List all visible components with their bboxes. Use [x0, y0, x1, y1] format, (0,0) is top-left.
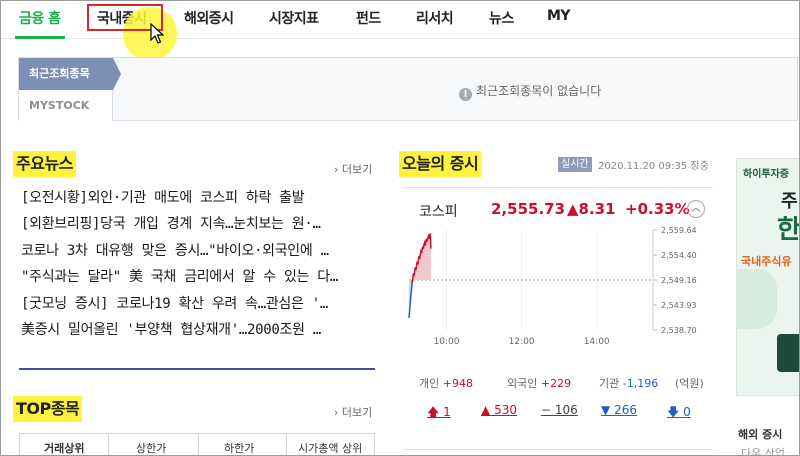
kospi-intraday-chart: 10:00 12:00 14:00 2,559.64 2,554.40 2,549.16 2…	[408, 226, 697, 347]
investor-institution-value: -1,196	[622, 377, 659, 390]
down-limit-arrow-icon: 🡇	[667, 405, 680, 419]
market-heading: 오늘의 증시	[399, 151, 482, 177]
news-item[interactable]: [외환브리핑]당국 개입 경계 지속…눈치보는 원·…	[21, 213, 373, 239]
chart-y-tick-label: 2,549.16	[661, 276, 697, 285]
recent-empty-message: ! 최근조회종목이 없습니다	[459, 82, 601, 101]
ad-button[interactable]	[777, 334, 799, 372]
recent-stocks-tab[interactable]: 최근조회종목	[19, 58, 113, 90]
chart-y-tick-label: 2,559.64	[661, 226, 697, 235]
chart-area-above	[412, 233, 431, 284]
investor-institution: 기관 -1,196	[599, 375, 658, 391]
overseas-market-title: 해외 증시	[738, 428, 783, 441]
nav-item-finance-home[interactable]: 금융 홈	[19, 8, 61, 28]
news-item[interactable]: 美증시 밀어올린 '부양책 협상재개'…2000조원 …	[21, 319, 373, 345]
chart-x-tick-label: 10:00	[434, 337, 460, 347]
ad-subtitle: 국내주식유	[741, 255, 792, 268]
chart-x-tick-label: 14:00	[584, 337, 610, 347]
nav-item-my[interactable]: MY	[547, 8, 571, 24]
nav-item-news[interactable]: 뉴스	[489, 8, 514, 28]
top-stocks-heading: TOP종목	[13, 396, 83, 422]
nav-active-underline	[15, 36, 65, 39]
news-item[interactable]: "주식과는 달라" 美 국채 금리에서 알 수 있는 다…	[21, 266, 373, 292]
news-heading: 주요뉴스	[13, 151, 76, 177]
chart-y-tick-label: 2,543.93	[661, 301, 697, 310]
tab-separator	[286, 434, 287, 455]
declining-value: 266	[614, 403, 637, 417]
index-name[interactable]: 코스피	[419, 201, 458, 221]
news-more-link[interactable]: › 더보기	[334, 161, 372, 177]
news-item[interactable]: [굿모닝 증시] 코로나19 확산 우려 속…관심은 '…	[21, 293, 373, 319]
chart-x-tick-label: 12:00	[509, 337, 535, 347]
nav-item-research[interactable]: 리서치	[416, 8, 454, 28]
investor-unit: (억원)	[675, 377, 704, 390]
ad-decoration	[737, 269, 777, 329]
investor-foreign-label: 외국인	[507, 377, 538, 390]
tab-separator	[198, 434, 199, 455]
ad-title: 하이투자증	[743, 169, 789, 180]
section-divider	[19, 368, 375, 370]
collapse-chevron-icon[interactable]: ︿	[687, 200, 705, 218]
mystock-tab[interactable]: MYSTOCK	[19, 90, 113, 121]
tab-separator	[108, 434, 109, 455]
top-stocks-more-link[interactable]: › 더보기	[334, 404, 372, 420]
nav-item-funds[interactable]: 펀드	[356, 8, 381, 28]
investor-individual-label: 개인	[419, 377, 440, 390]
browser-frame: 금융 홈 국내증시 해외증시 시장지표 펀드 리서치 뉴스 MY 최근조회종목 …	[0, 0, 800, 456]
ad-banner[interactable]: 하이투자증 주 한 국내주식유	[736, 158, 800, 396]
nav-item-market-indicators[interactable]: 시장지표	[269, 8, 319, 28]
up-limit-arrow-icon: 🡅	[427, 405, 440, 419]
ad-headline-2: 한	[777, 215, 800, 245]
upper-limit-count[interactable]: 🡅 1	[427, 403, 451, 424]
tab-trading-volume[interactable]: 거래상위	[44, 440, 84, 455]
unchanged-value: 106	[554, 403, 578, 417]
upper-limit-value: 1	[443, 405, 451, 419]
recent-empty-text: 최근조회종목이 없습니다	[476, 84, 602, 98]
card-bottom-border	[403, 449, 713, 450]
tab-upper-limit[interactable]: 상한가	[136, 440, 166, 455]
recent-tab-arrow	[113, 58, 121, 90]
index-change-percent: +0.33%	[625, 200, 690, 218]
tab-lower-limit[interactable]: 하한가	[224, 440, 254, 455]
advancing-count[interactable]: ▲ 530	[481, 403, 517, 417]
investor-individual: 개인 +948	[419, 375, 473, 391]
overseas-market-sub: 다우 산업	[741, 447, 785, 456]
index-change: ▲8.31	[567, 200, 616, 218]
market-timestamp: 2020.11.20 09:35 장중	[598, 161, 709, 172]
unchanged-count[interactable]: − 106	[541, 403, 578, 417]
index-value: 2,555.73	[491, 200, 566, 218]
chart-y-tick-label: 2,538.70	[661, 326, 697, 335]
info-icon: !	[459, 88, 472, 101]
recent-stocks-panel: 최근조회종목 MYSTOCK ! 최근조회종목이 없습니다	[18, 57, 798, 121]
mouse-cursor-icon	[150, 23, 164, 44]
lower-limit-value: 0	[683, 405, 691, 419]
up-triangle-icon: ▲	[481, 403, 491, 417]
lower-limit-count[interactable]: 🡇 0	[667, 403, 691, 424]
tab-market-cap[interactable]: 시가총액 상위	[298, 440, 362, 455]
nav-item-overseas-stocks[interactable]: 해외증시	[184, 8, 234, 28]
live-badge: 실시간	[558, 157, 592, 172]
news-list: [오전시황]외인·기관 매도에 코스피 하락 출발 [외환브리핑]당국 개입 경…	[21, 187, 373, 345]
advancing-value: 530	[494, 403, 517, 417]
advance-decline-row: 🡅 1 ▲ 530 − 106 ▼ 266 🡇 0	[403, 400, 713, 422]
news-item[interactable]: [오전시황]외인·기관 매도에 코스피 하락 출발	[21, 187, 373, 213]
flat-dash-icon: −	[541, 403, 552, 417]
market-card: 코스피 2,555.73 ▲8.31 +0.33% ︿ 10:00 12:00 14…	[403, 187, 713, 427]
top-stocks-tabs: 거래상위 상한가 하한가 시가총액 상위	[19, 433, 375, 455]
news-item[interactable]: 코로나 3차 대유행 맞은 증시…"바이오·외국인에 …	[21, 240, 373, 266]
investor-foreign: 외국인 +229	[507, 375, 571, 391]
chart-y-tick-label: 2,554.40	[661, 251, 697, 260]
investor-foreign-value: +229	[540, 377, 572, 390]
investor-individual-value: +948	[442, 377, 473, 390]
investor-institution-label: 기관	[599, 377, 620, 390]
declining-count[interactable]: ▼ 266	[601, 403, 637, 417]
down-triangle-icon: ▼	[601, 403, 611, 417]
investor-flow-row: 개인 +948 외국인 +229 기관 -1,196 (억원)	[403, 370, 713, 396]
